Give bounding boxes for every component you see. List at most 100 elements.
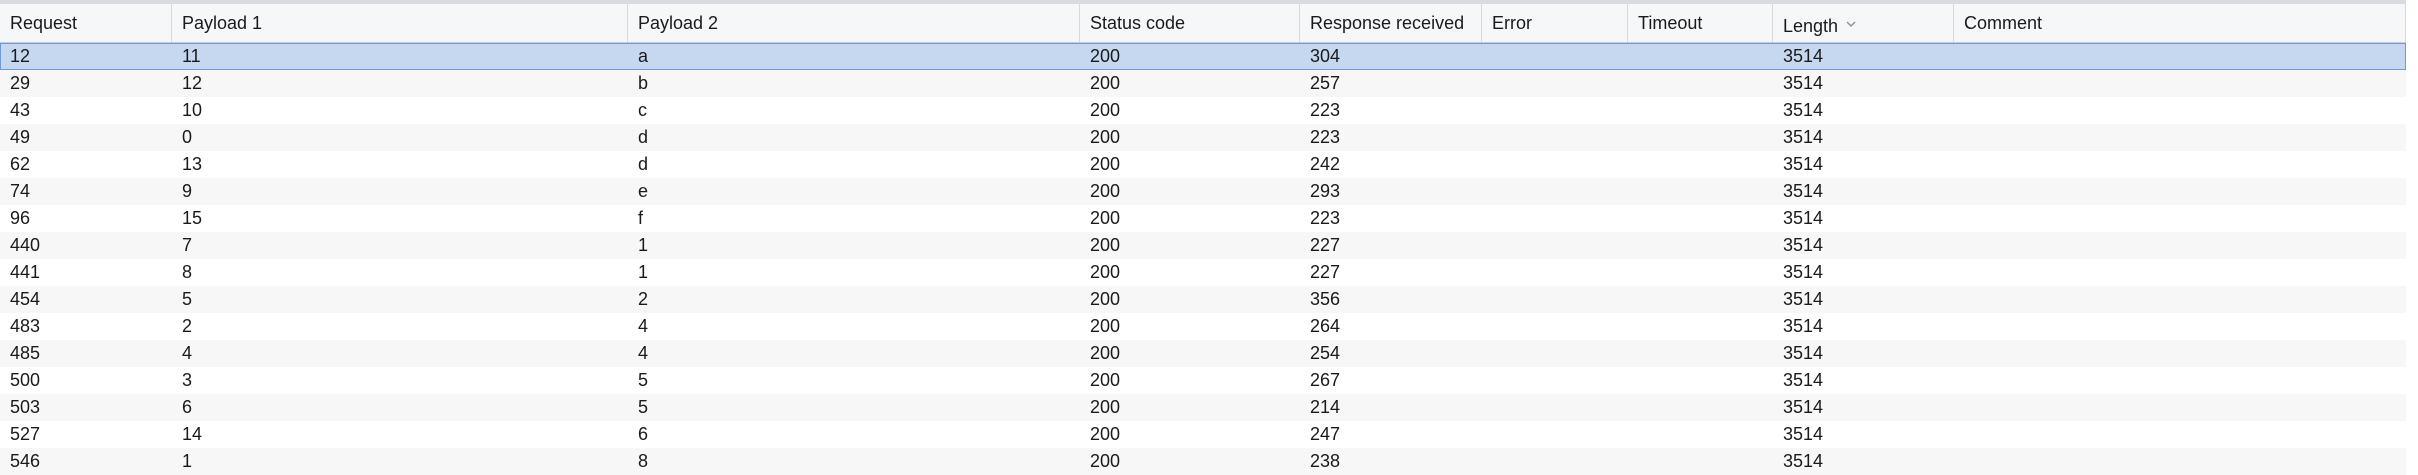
cell-request: 546 xyxy=(10,451,41,471)
cell-length: 3514 xyxy=(1783,73,1824,93)
column-header-timeout[interactable]: Timeout xyxy=(1628,4,1773,42)
table-row[interactable]: 96 15 f 200 223 3514 xyxy=(0,205,2406,232)
cell-request: 43 xyxy=(10,100,31,120)
column-header-label: Payload 1 xyxy=(182,13,263,33)
column-header-label: Timeout xyxy=(1638,13,1703,33)
table-row[interactable]: 527 14 6 200 247 3514 xyxy=(0,421,2406,448)
cell-timeout xyxy=(1628,394,1773,421)
cell-payload2: a xyxy=(638,46,649,66)
cell-comment xyxy=(1954,97,2406,124)
cell-response: 304 xyxy=(1310,46,1341,66)
cell-payload2: 4 xyxy=(638,343,649,363)
cell-status: 200 xyxy=(1090,316,1121,336)
results-table: Request Payload 1 Payload 2 Status code Resp… xyxy=(0,4,2406,475)
cell-request: 503 xyxy=(10,397,41,417)
cell-comment xyxy=(1954,286,2406,313)
cell-timeout xyxy=(1628,97,1773,124)
column-header-error[interactable]: Error xyxy=(1482,4,1628,42)
table-row[interactable]: 12 11 a 200 304 3514 xyxy=(0,43,2406,70)
cell-payload1: 7 xyxy=(182,235,193,255)
cell-error xyxy=(1482,151,1628,178)
cell-length: 3514 xyxy=(1783,46,1824,66)
column-header-payload1[interactable]: Payload 1 xyxy=(172,4,628,42)
cell-payload1: 14 xyxy=(182,424,203,444)
table-row[interactable]: 62 13 d 200 242 3514 xyxy=(0,151,2406,178)
cell-response: 227 xyxy=(1310,262,1341,282)
cell-comment xyxy=(1954,178,2406,205)
table-row[interactable]: 485 4 4 200 254 3514 xyxy=(0,340,2406,367)
cell-error xyxy=(1482,421,1628,448)
cell-timeout xyxy=(1628,286,1773,313)
cell-comment xyxy=(1954,421,2406,448)
table-header: Request Payload 1 Payload 2 Status code Resp… xyxy=(0,4,2406,43)
cell-timeout xyxy=(1628,340,1773,367)
cell-status: 200 xyxy=(1090,208,1121,228)
cell-request: 454 xyxy=(10,289,41,309)
cell-payload2: 8 xyxy=(638,451,649,471)
column-header-comment[interactable]: Comment xyxy=(1954,4,2406,42)
table-row[interactable]: 29 12 b 200 257 3514 xyxy=(0,70,2406,97)
column-header-payload2[interactable]: Payload 2 xyxy=(628,4,1080,42)
table-row[interactable]: 49 0 d 200 223 3514 xyxy=(0,124,2406,151)
cell-payload2: 4 xyxy=(638,316,649,336)
cell-length: 3514 xyxy=(1783,343,1824,363)
cell-length: 3514 xyxy=(1783,262,1824,282)
cell-error xyxy=(1482,313,1628,340)
table-row[interactable]: 546 1 8 200 238 3514 xyxy=(0,448,2406,475)
cell-error xyxy=(1482,70,1628,97)
cell-timeout xyxy=(1628,313,1773,340)
column-header-label: Payload 2 xyxy=(638,13,719,33)
table-row[interactable]: 440 7 1 200 227 3514 xyxy=(0,232,2406,259)
column-header-request[interactable]: Request xyxy=(0,4,172,42)
cell-length: 3514 xyxy=(1783,316,1824,336)
cell-status: 200 xyxy=(1090,370,1121,390)
cell-response: 254 xyxy=(1310,343,1341,363)
table-row[interactable]: 441 8 1 200 227 3514 xyxy=(0,259,2406,286)
table-row[interactable]: 74 9 e 200 293 3514 xyxy=(0,178,2406,205)
table-row[interactable]: 43 10 c 200 223 3514 xyxy=(0,97,2406,124)
cell-comment xyxy=(1954,394,2406,421)
column-header-status[interactable]: Status code xyxy=(1080,4,1300,42)
cell-payload1: 10 xyxy=(182,100,203,120)
cell-response: 356 xyxy=(1310,289,1341,309)
cell-timeout xyxy=(1628,43,1773,70)
cell-length: 3514 xyxy=(1783,235,1824,255)
cell-status: 200 xyxy=(1090,127,1121,147)
cell-payload1: 0 xyxy=(182,127,193,147)
cell-request: 500 xyxy=(10,370,41,390)
cell-status: 200 xyxy=(1090,424,1121,444)
cell-payload2: 1 xyxy=(638,235,649,255)
cell-request: 29 xyxy=(10,73,31,93)
cell-status: 200 xyxy=(1090,73,1121,93)
cell-length: 3514 xyxy=(1783,127,1824,147)
cell-payload1: 8 xyxy=(182,262,193,282)
column-header-response[interactable]: Response received xyxy=(1300,4,1482,42)
column-header-length[interactable]: Length xyxy=(1773,4,1954,42)
cell-comment xyxy=(1954,259,2406,286)
cell-timeout xyxy=(1628,232,1773,259)
cell-timeout xyxy=(1628,70,1773,97)
cell-response: 293 xyxy=(1310,181,1341,201)
table-row[interactable]: 503 6 5 200 214 3514 xyxy=(0,394,2406,421)
cell-request: 62 xyxy=(10,154,31,174)
table-row[interactable]: 500 3 5 200 267 3514 xyxy=(0,367,2406,394)
cell-request: 485 xyxy=(10,343,41,363)
cell-timeout xyxy=(1628,205,1773,232)
cell-error xyxy=(1482,124,1628,151)
cell-request: 96 xyxy=(10,208,31,228)
cell-status: 200 xyxy=(1090,262,1121,282)
table-row[interactable]: 454 5 2 200 356 3514 xyxy=(0,286,2406,313)
cell-response: 223 xyxy=(1310,208,1341,228)
vertical-scrollbar[interactable] xyxy=(2406,0,2418,474)
cell-status: 200 xyxy=(1090,46,1121,66)
cell-error xyxy=(1482,448,1628,475)
cell-payload2: 2 xyxy=(638,289,649,309)
cell-comment xyxy=(1954,448,2406,475)
cell-payload1: 3 xyxy=(182,370,193,390)
cell-payload2: b xyxy=(638,73,649,93)
cell-status: 200 xyxy=(1090,235,1121,255)
cell-payload1: 6 xyxy=(182,397,193,417)
cell-comment xyxy=(1954,124,2406,151)
table-row[interactable]: 483 2 4 200 264 3514 xyxy=(0,313,2406,340)
cell-comment xyxy=(1954,205,2406,232)
